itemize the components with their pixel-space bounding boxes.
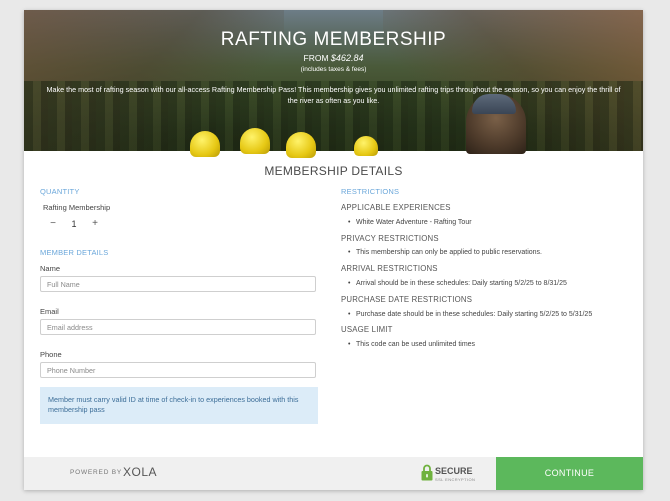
restriction-heading: PRIVACY RESTRICTIONS <box>341 234 439 243</box>
quantity-value: 1 <box>71 219 77 229</box>
restrictions-label: RESTRICTIONS <box>341 187 400 196</box>
restriction-heading: PURCHASE DATE RESTRICTIONS <box>341 295 473 304</box>
powered-by-label: POWERED BY <box>70 469 123 476</box>
restriction-item: Arrival should be in these schedules: Da… <box>349 280 567 287</box>
helmet-image <box>240 128 270 154</box>
quantity-increment-button[interactable]: + <box>87 216 103 232</box>
member-details-label: MEMBER DETAILS <box>40 248 109 257</box>
name-label: Name <box>40 264 61 273</box>
restriction-item: White Water Adventure - Rafting Tour <box>349 219 472 226</box>
email-input[interactable] <box>40 319 316 335</box>
restriction-item: This code can be used unlimited times <box>349 341 475 348</box>
footer: POWERED BY XOLA SECURE SSL ENCRYPTION CO… <box>24 457 643 490</box>
includes-note: (includes taxes & fees) <box>300 66 367 73</box>
xola-logo: XOLA <box>123 465 158 479</box>
email-label: Email <box>40 307 59 316</box>
phone-input[interactable] <box>40 362 316 378</box>
quantity-item-name: Rafting Membership <box>43 203 111 212</box>
hero-banner: RAFTING MEMBERSHIP FROM $462.84 (include… <box>24 10 643 158</box>
price: $462.84 <box>330 53 364 63</box>
lock-icon <box>421 464 433 481</box>
hero-price-line: FROM $462.84 <box>24 53 643 63</box>
restriction-heading: USAGE LIMIT <box>341 325 393 334</box>
name-input[interactable] <box>40 276 316 292</box>
quantity-label: QUANTITY <box>40 187 80 196</box>
hero-title: RAFTING MEMBERSHIP <box>220 29 447 50</box>
from-label: FROM <box>303 53 331 63</box>
quantity-decrement-button[interactable]: − <box>45 216 61 232</box>
restriction-item: Purchase date should be in these schedul… <box>349 311 592 318</box>
helmet-image <box>354 136 378 156</box>
hero-description: Make the most of rafting season with our… <box>46 85 621 105</box>
restriction-heading: ARRIVAL RESTRICTIONS <box>341 264 438 273</box>
section-title: MEMBERSHIP DETAILS <box>264 164 403 178</box>
ssl-encryption-label: SSL ENCRYPTION <box>435 477 476 482</box>
helmet-image <box>190 131 220 157</box>
continue-button[interactable]: CONTINUE <box>496 457 643 490</box>
secure-label: SECURE <box>435 466 473 476</box>
membership-modal: RAFTING MEMBERSHIP FROM $462.84 (include… <box>24 10 643 490</box>
restriction-heading: APPLICABLE EXPERIENCES <box>341 203 451 212</box>
id-notice: Member must carry valid ID at time of ch… <box>40 387 318 424</box>
restriction-item: This membership can only be applied to p… <box>349 249 542 256</box>
phone-label: Phone <box>40 350 62 359</box>
helmet-image <box>286 132 316 158</box>
